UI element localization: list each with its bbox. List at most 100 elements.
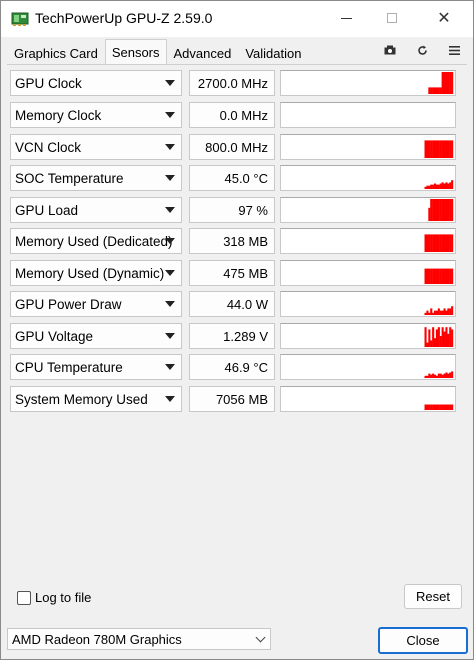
sensor-select[interactable]: Memory Used (Dedicated) (10, 228, 182, 254)
sensor-graph-svg (424, 268, 454, 284)
graph-bar (437, 199, 440, 221)
log-to-file-option[interactable]: Log to file (17, 590, 91, 605)
sensor-select[interactable]: Memory Clock (10, 102, 182, 128)
graph-bar (434, 268, 437, 284)
graph-bar (449, 404, 452, 410)
dropdown-arrow-icon (165, 175, 175, 181)
graph-bar (437, 87, 440, 94)
graph-bar (449, 327, 452, 347)
gpu-select[interactable]: AMD Radeon 780M Graphics (7, 628, 271, 650)
graph-bar (432, 373, 435, 378)
reset-button[interactable]: Reset (404, 584, 462, 609)
camera-icon[interactable] (381, 43, 399, 57)
graph-bar (434, 183, 437, 189)
close-icon: ✕ (437, 10, 451, 27)
dropdown-arrow-icon (165, 112, 175, 118)
graph-bar (435, 375, 438, 378)
graph-bar (441, 327, 444, 347)
graph-bar (443, 199, 446, 221)
sensor-graph (280, 260, 456, 286)
sensor-value: 7056 MB (189, 386, 275, 412)
graph-bar (435, 310, 438, 315)
graph-bar (445, 182, 448, 189)
graph-bar (451, 371, 454, 378)
graph-bar (445, 140, 448, 158)
dropdown-arrow-icon (165, 333, 175, 339)
graph-bar (435, 234, 438, 252)
sensor-graph-svg (424, 140, 454, 158)
graph-bar (441, 140, 444, 158)
graph-bar (443, 373, 446, 378)
graph-bar (451, 180, 454, 189)
sensor-value: 475 MB (189, 260, 275, 286)
tab-validation[interactable]: Validation (238, 41, 308, 65)
sensor-value: 45.0 °C (189, 165, 275, 191)
graph-bar (451, 306, 454, 315)
graph-bar (424, 404, 427, 410)
graph-bar (449, 234, 452, 252)
sensor-select[interactable]: GPU Clock (10, 70, 182, 96)
graph-bar (430, 340, 433, 347)
graph-bar (447, 140, 450, 158)
graph-bar (443, 140, 446, 158)
tab-graphics-card[interactable]: Graphics Card (7, 41, 105, 65)
graph-bar (426, 185, 429, 189)
log-to-file-checkbox[interactable] (17, 590, 31, 605)
dropdown-arrow-icon (165, 207, 175, 213)
graph-bar (441, 310, 444, 315)
minimize-button[interactable] (323, 1, 369, 35)
refresh-icon[interactable] (413, 43, 431, 57)
graph-bar (439, 234, 442, 252)
graph-bar (430, 308, 433, 315)
sensor-value: 800.0 MHz (189, 134, 275, 160)
graph-bar (426, 234, 429, 252)
graph-bar (432, 199, 435, 221)
sensor-select[interactable]: CPU Temperature (10, 354, 182, 380)
graph-bar (447, 308, 450, 315)
minimize-icon (340, 17, 352, 19)
graph-bar (424, 140, 427, 158)
dropdown-arrow-icon (165, 238, 175, 244)
graph-bar (430, 199, 433, 221)
tab-advanced[interactable]: Advanced (167, 41, 239, 65)
close-window-button[interactable]: ✕ (421, 1, 467, 35)
graph-bar (447, 199, 450, 221)
close-button[interactable]: Close (378, 627, 468, 654)
graph-bar (435, 404, 438, 410)
sensor-row-memory-clock: Memory Clock 0.0 MHz (10, 102, 462, 130)
graph-bar (445, 72, 448, 94)
sensor-graph (280, 291, 456, 317)
sensor-select[interactable]: Memory Used (Dynamic) (10, 260, 182, 286)
sensor-graph-svg (424, 371, 454, 378)
sensor-select[interactable]: GPU Power Draw (10, 291, 182, 317)
sensor-value: 97 % (189, 197, 275, 223)
tab-sensors[interactable]: Sensors (104, 39, 167, 65)
sensor-select[interactable]: System Memory Used (10, 386, 182, 412)
sensor-label: GPU Load (15, 202, 79, 218)
graph-bar (449, 268, 452, 284)
sensor-graph (280, 134, 456, 160)
graph-bar (451, 72, 454, 94)
sensor-value: 46.9 °C (189, 354, 275, 380)
graph-bar (441, 268, 444, 284)
graph-bar (451, 268, 454, 284)
maximize-button[interactable] (369, 1, 415, 35)
graph-bar (449, 72, 452, 94)
menu-icon[interactable] (445, 43, 463, 57)
sensor-select[interactable]: GPU Load (10, 197, 182, 223)
graph-bar (437, 140, 440, 158)
graph-bar (443, 72, 446, 94)
sensor-row-memory-used-dedicated: Memory Used (Dedicated) 318 MB (10, 228, 462, 256)
graph-bar (424, 312, 427, 315)
graph-bar (447, 72, 450, 94)
graph-bar (441, 72, 444, 94)
graph-bar (430, 374, 433, 378)
graph-bar (428, 234, 431, 252)
maximize-icon (387, 13, 397, 23)
sensor-select[interactable]: VCN Clock (10, 134, 182, 160)
graph-bar (434, 199, 437, 221)
sensor-select[interactable]: GPU Voltage (10, 323, 182, 349)
sensor-graph (280, 354, 456, 380)
gpuz-window: TechPowerUp GPU-Z 2.59.0 ✕ Graphics Card… (0, 0, 474, 660)
sensor-select[interactable]: SOC Temperature (10, 165, 182, 191)
